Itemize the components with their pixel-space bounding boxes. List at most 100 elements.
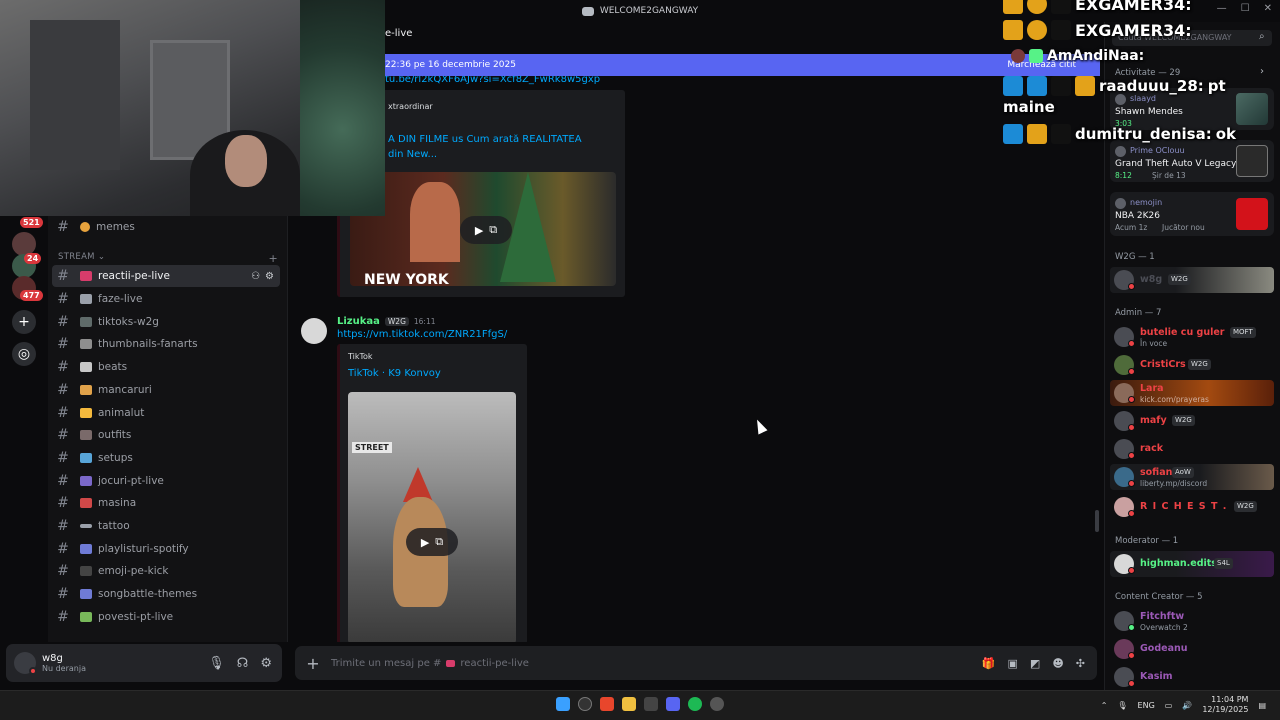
member-row[interactable]: sofian AoW liberty.mp/discord (1110, 464, 1274, 490)
channel-label: tattoo (98, 520, 130, 532)
role-header: Admin — 7 (1115, 308, 1162, 318)
microphone-icon[interactable]: 🎙 (1117, 701, 1127, 710)
headphones-icon[interactable]: ☊ (237, 656, 249, 671)
clock[interactable]: 11:04 PM 12/19/2025 (1202, 695, 1248, 715)
dnd-status-icon (1128, 567, 1135, 574)
channel-beats[interactable]: # beats (52, 356, 280, 378)
user-status: Nu deranja (42, 664, 86, 673)
file-explorer-icon[interactable] (622, 697, 636, 711)
channel-songbattle-themes[interactable]: # songbattle-themes (52, 583, 280, 605)
channel-povesti-pt-live[interactable]: # povesti-pt-live (52, 606, 280, 628)
avatar[interactable] (14, 652, 37, 675)
sticker-icon[interactable]: ◩ (1030, 657, 1040, 670)
gift-icon[interactable]: 🎁 (982, 657, 996, 670)
hash-icon: # (57, 427, 69, 443)
channel-animalut[interactable]: # animalut (52, 402, 280, 424)
clock-time: 11:04 PM (1211, 695, 1249, 704)
search-icon[interactable]: ⌕ (1259, 31, 1265, 42)
channel-playlisturi-spotify[interactable]: # playlisturi-spotify (52, 538, 280, 560)
banner-text: 22:36 pe 16 decembrie 2025 (385, 60, 516, 70)
channel-memes[interactable]: # memes (52, 216, 280, 238)
book-icon (80, 612, 92, 622)
member-row[interactable]: butelie cu guler MOFT În voce (1110, 324, 1274, 350)
badge-icon (1027, 76, 1047, 96)
channel-masina[interactable]: # masina (52, 492, 280, 514)
app-icon[interactable] (644, 697, 658, 711)
avatar[interactable] (301, 318, 327, 344)
settings-icon[interactable]: ⚙ (265, 271, 274, 282)
chat-message: maine (1003, 98, 1055, 116)
explore-icon[interactable]: ◎ (12, 342, 36, 366)
channel-outfits[interactable]: # outfits (52, 424, 280, 446)
activity-card[interactable]: nemojin NBA 2K26 Acum 1z Jucător nou (1110, 192, 1274, 236)
obs-icon[interactable] (710, 697, 724, 711)
apps-icon[interactable]: ✣ (1076, 657, 1085, 670)
discord-icon[interactable] (666, 697, 680, 711)
channel-faze-live[interactable]: # faze-live (52, 288, 280, 310)
emoji-picker-icon[interactable]: ☻ (1052, 657, 1063, 670)
channel-reactii-pe-live[interactable]: # reactii-pe-live ⚇ ⚙ (52, 265, 280, 287)
video-thumbnail[interactable]: ▶ ⧉ NEW YORK (350, 172, 616, 286)
channel-mancaruri[interactable]: # mancaruri (52, 379, 280, 401)
hammer-badge-icon (1003, 76, 1023, 96)
channel-label: playlisturi-spotify (98, 543, 189, 555)
language-indicator[interactable]: ENG (1138, 701, 1155, 710)
add-channel-icon[interactable]: + (268, 252, 278, 265)
add-server-icon[interactable]: + (12, 310, 36, 334)
gif-icon[interactable]: ▣ (1008, 657, 1018, 670)
chevron-right-icon[interactable]: › (1260, 66, 1264, 77)
chat-username: EXGAMER34: (1075, 0, 1192, 14)
member-row[interactable]: rack (1110, 436, 1274, 462)
close-icon[interactable]: ✕ (1264, 3, 1272, 14)
start-icon[interactable] (556, 697, 570, 711)
channel-tattoo[interactable]: # tattoo (52, 515, 280, 537)
unread-badge: 521 (20, 217, 43, 228)
search-icon[interactable] (578, 697, 592, 711)
message-link[interactable]: tu.be/rl2kQXF6AJw?si=Xcf8Z_FwRk8w5gxp (385, 76, 600, 85)
member-row[interactable]: R I C H E S T . W2G (1110, 494, 1274, 520)
new-messages-banner[interactable]: 22:36 pe 16 decembrie 2025 Marchează cit… (385, 54, 1100, 76)
hash-icon: # (57, 405, 69, 421)
volume-icon[interactable]: 🔊 (1182, 701, 1192, 710)
member-name: CristiCrs (1140, 359, 1186, 370)
play-button[interactable]: ▶ ⧉ (406, 528, 458, 556)
member-row[interactable]: Fitchftw Overwatch 2 (1110, 608, 1274, 634)
embed-title[interactable]: TikTok · K9 Konvoy (348, 366, 441, 381)
member-row[interactable]: CristiCrs W2G (1110, 352, 1274, 378)
member-row[interactable]: Godeanu (1110, 636, 1274, 662)
chat-scrollbar[interactable] (1095, 510, 1099, 532)
hash-icon: # (57, 473, 69, 489)
channel-label: setups (98, 452, 133, 464)
member-row[interactable]: Lara kick.com/prayeras (1110, 380, 1274, 406)
channel-header-title: e-live (385, 28, 413, 39)
embed-title[interactable]: A DIN FILME us Cum arată REALITATEA din … (388, 132, 588, 162)
member-row[interactable]: w8g W2G (1110, 267, 1274, 293)
channel-tiktoks-w2g[interactable]: # tiktoks-w2g (52, 311, 280, 333)
message-author[interactable]: Lizukaa (337, 316, 380, 327)
video-thumbnail[interactable]: STREET ▶ ⧉ (348, 392, 516, 642)
network-icon[interactable]: ▭ (1165, 701, 1173, 710)
category-label: STREAM (58, 252, 95, 262)
channel-setups[interactable]: # setups (52, 447, 280, 469)
category-header[interactable]: STREAM ⌄ + (58, 252, 278, 265)
member-row[interactable]: highman.edits S4L (1110, 551, 1274, 577)
invite-icon[interactable]: ⚇ (251, 271, 260, 282)
member-row[interactable]: mafy W2G (1110, 408, 1274, 434)
play-button[interactable]: ▶ ⧉ (460, 216, 512, 244)
member-row[interactable]: Kasim (1110, 664, 1274, 690)
embed-provider: xtraordinar (388, 102, 433, 111)
attach-plus-icon[interactable]: + (295, 654, 331, 673)
car-icon (80, 498, 92, 508)
message-link[interactable]: https://vm.tiktok.com/ZNR21FfgS/ (337, 329, 507, 340)
channel-thumbnails-fanarts[interactable]: # thumbnails-fanarts (52, 333, 280, 355)
settings-icon[interactable]: ⚙ (260, 656, 272, 671)
channel-jocuri-pt-live[interactable]: # jocuri-pt-live (52, 470, 280, 492)
channel-emoji-pe-kick[interactable]: # emoji-pe-kick (52, 560, 280, 582)
brave-icon[interactable] (600, 697, 614, 711)
activity-user: nemojin (1130, 198, 1163, 207)
notification-icon[interactable]: ▤ (1258, 701, 1266, 710)
message-composer[interactable]: + Trimite un mesaj pe # reactii-pe-live … (295, 646, 1097, 680)
microphone-icon[interactable]: 🎙 (208, 656, 225, 671)
chevron-up-icon[interactable]: ⌃ (1101, 701, 1108, 710)
spotify-icon[interactable] (688, 697, 702, 711)
